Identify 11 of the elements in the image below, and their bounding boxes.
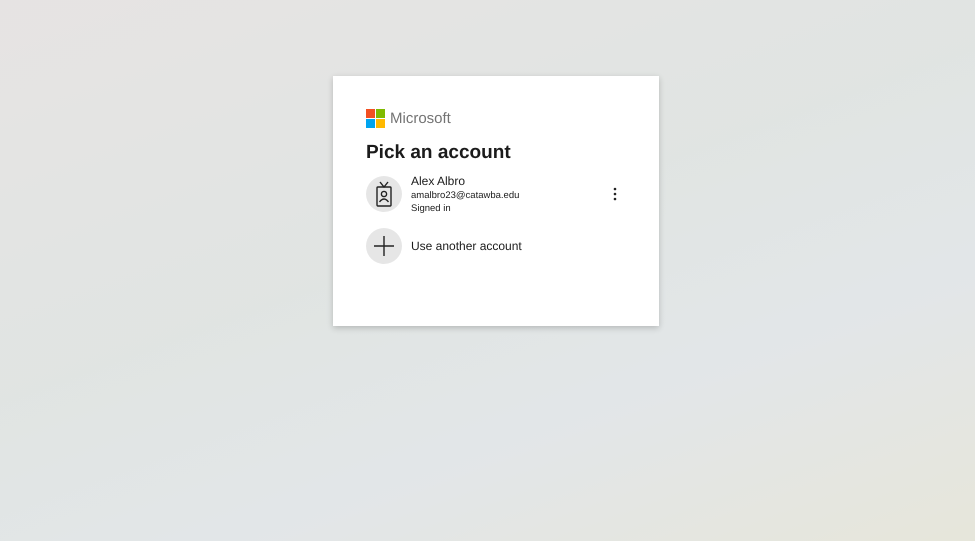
more-options-icon[interactable] bbox=[613, 187, 617, 201]
use-another-account-button[interactable]: Use another account bbox=[366, 228, 626, 264]
brand-name: Microsoft bbox=[390, 110, 451, 127]
account-email: amalbro23@catawba.edu bbox=[411, 190, 520, 201]
logo-icon bbox=[366, 109, 385, 128]
badge-icon bbox=[375, 181, 393, 207]
account-tile[interactable]: Alex Albro amalbro23@catawba.edu Signed in bbox=[366, 174, 626, 214]
page-title: Pick an account bbox=[366, 142, 512, 164]
account-status: Signed in bbox=[411, 203, 452, 214]
plus-icon bbox=[374, 236, 394, 256]
account-name: Alex Albro bbox=[411, 174, 466, 188]
